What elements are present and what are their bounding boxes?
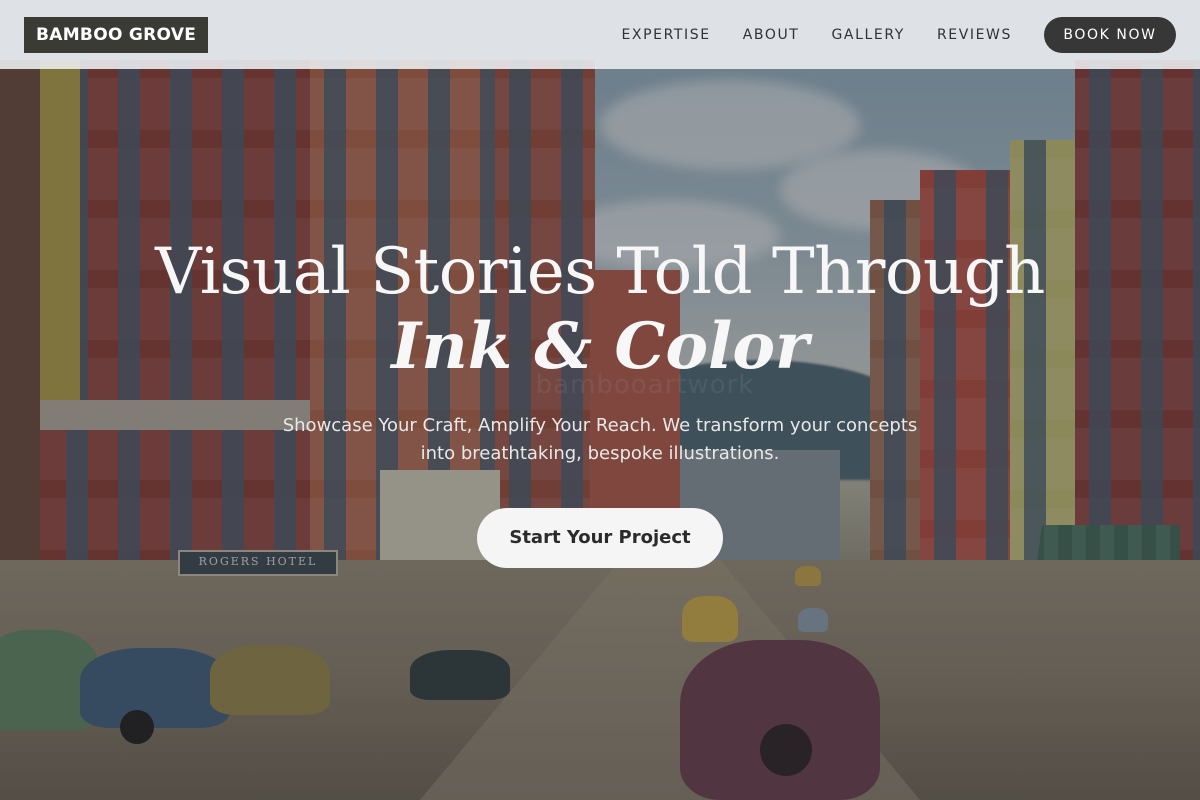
brand-logo[interactable]: BAMBOO GROVE (24, 16, 209, 53)
nav-link-reviews[interactable]: REVIEWS (937, 27, 1012, 43)
hero-headline-line2: Ink & Color (391, 309, 809, 384)
nav-links: EXPERTISE ABOUT GALLERY REVIEWS BOOK NOW (621, 16, 1176, 53)
hero-subtitle: Showcase Your Craft, Amplify Your Reach.… (282, 415, 918, 464)
nav-link-gallery[interactable]: GALLERY (831, 27, 904, 43)
hero-content: Visual Stories Told Through Ink & Color … (0, 232, 1200, 568)
start-project-button[interactable]: Start Your Project (477, 508, 723, 568)
nav-link-about[interactable]: ABOUT (743, 27, 800, 43)
nav-link-expertise[interactable]: EXPERTISE (621, 27, 710, 43)
top-navbar: BAMBOO GROVE EXPERTISE ABOUT GALLERY REV… (0, 0, 1200, 69)
hero-headline-line1: Visual Stories Told Through (155, 235, 1045, 309)
book-now-button[interactable]: BOOK NOW (1044, 16, 1176, 53)
